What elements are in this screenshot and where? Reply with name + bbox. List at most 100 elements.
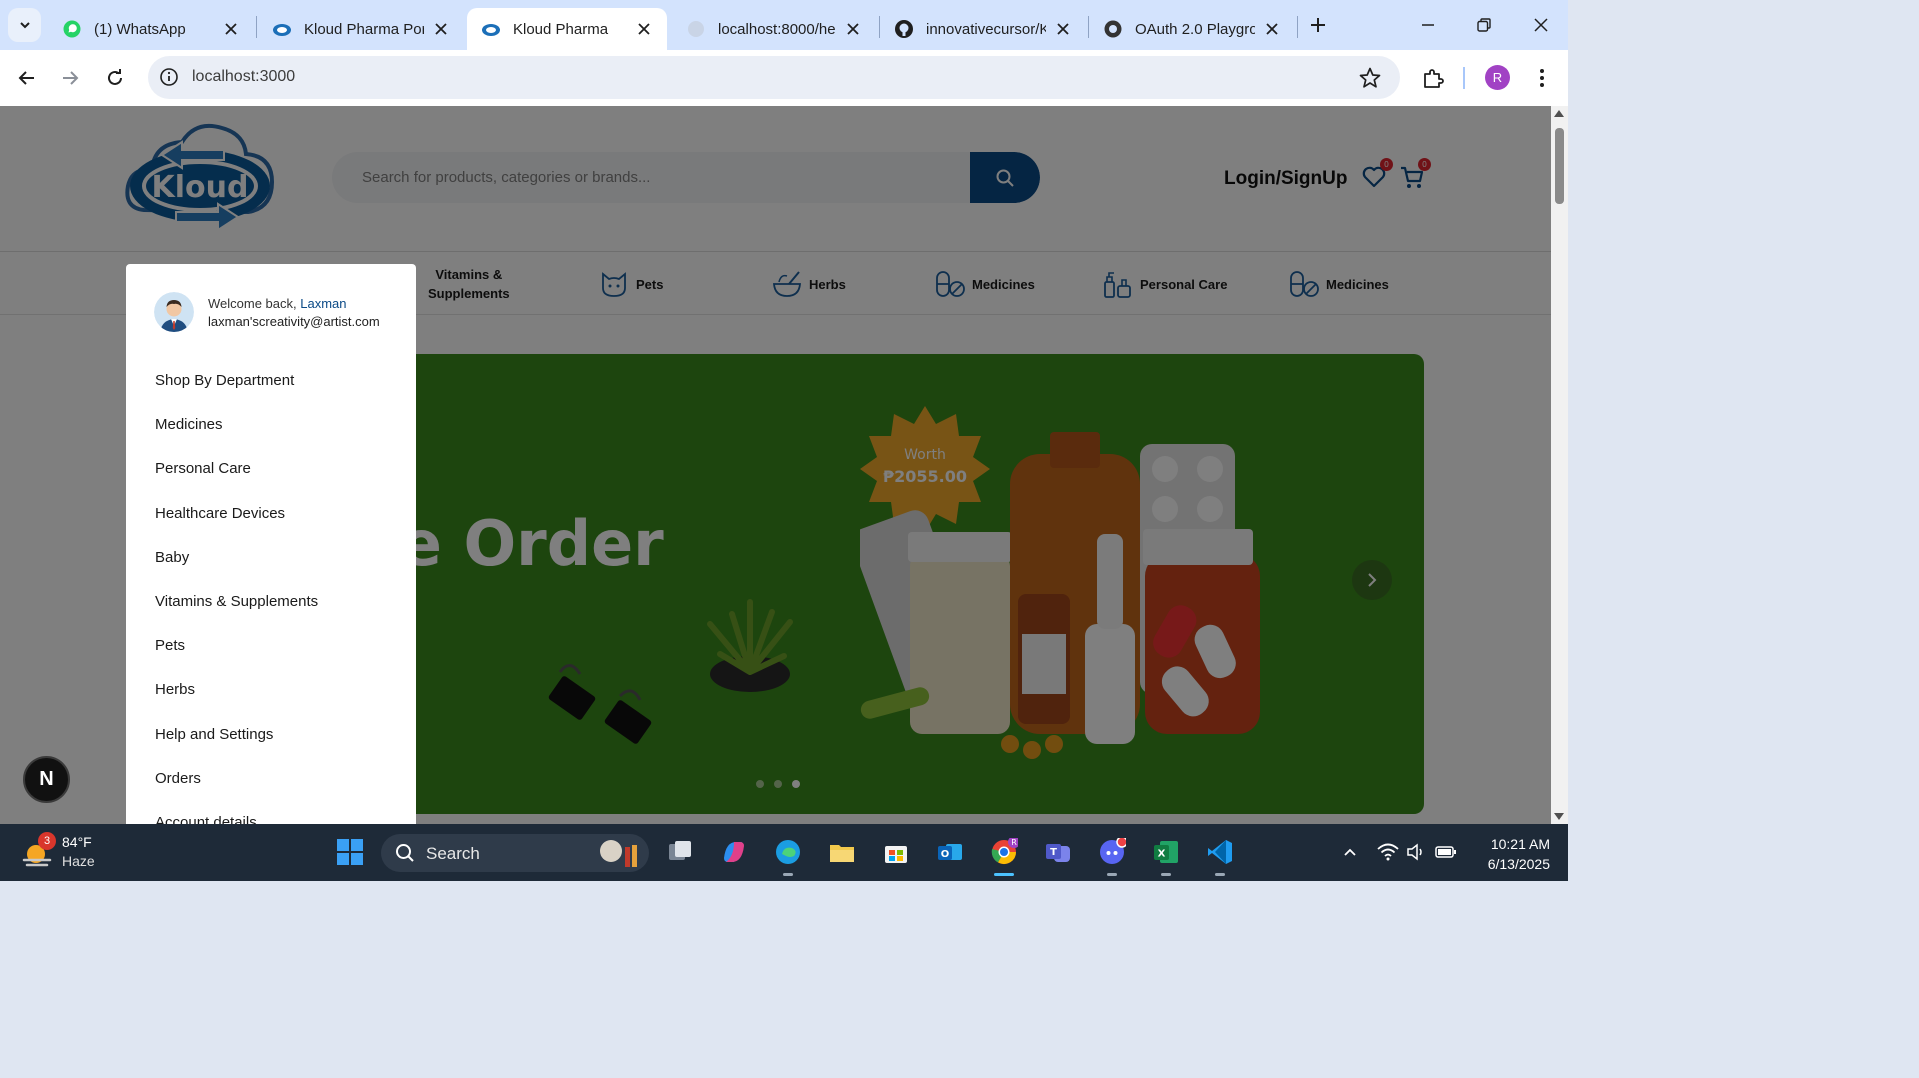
clock-time: 10:21 AM bbox=[1490, 836, 1550, 852]
welcome-text: Welcome back, bbox=[208, 296, 297, 311]
github-icon bbox=[894, 19, 914, 39]
copilot-app[interactable] bbox=[718, 836, 750, 868]
tab-kloud-pharma-portal[interactable]: Kloud Pharma Port bbox=[258, 8, 464, 50]
teams-icon: T bbox=[1046, 844, 1070, 862]
windows-logo-icon bbox=[337, 839, 363, 865]
menu-item-orders[interactable]: Orders bbox=[155, 770, 318, 814]
weather-temp: 84°F bbox=[62, 834, 92, 850]
svg-text:X: X bbox=[1158, 849, 1166, 860]
task-view-button[interactable] bbox=[664, 836, 696, 868]
running-indicator bbox=[783, 873, 793, 876]
kloud-favicon bbox=[272, 19, 292, 39]
page-scrollbar[interactable] bbox=[1551, 106, 1568, 824]
close-tab-icon[interactable] bbox=[222, 20, 240, 38]
bookmark-star-icon[interactable] bbox=[1358, 66, 1382, 90]
plus-icon bbox=[1311, 18, 1325, 32]
close-tab-icon[interactable] bbox=[635, 20, 653, 38]
search-icon bbox=[396, 844, 414, 862]
scroll-down-arrow-icon[interactable] bbox=[1554, 813, 1564, 820]
copilot-icon bbox=[724, 842, 744, 862]
scroll-up-arrow-icon[interactable] bbox=[1554, 110, 1564, 117]
weather-alert-badge: 3 bbox=[38, 832, 56, 850]
close-tab-icon[interactable] bbox=[1263, 20, 1281, 38]
browser-tab-strip: (1) WhatsApp Kloud Pharma Port Kloud Pha… bbox=[0, 0, 1568, 50]
search-highlight-icon bbox=[600, 840, 637, 867]
menu-item-baby[interactable]: Baby bbox=[155, 549, 318, 593]
svg-text:O: O bbox=[941, 849, 950, 860]
tab-title: OAuth 2.0 Playgro bbox=[1135, 20, 1255, 38]
profile-avatar-button[interactable]: R bbox=[1485, 65, 1510, 90]
start-button[interactable] bbox=[334, 836, 366, 868]
teams-app[interactable]: T bbox=[1042, 836, 1074, 868]
menu-item-medicines[interactable]: Medicines bbox=[155, 416, 318, 460]
running-indicator bbox=[1215, 873, 1225, 876]
battery-button[interactable] bbox=[1430, 836, 1462, 868]
menu-item-personal-care[interactable]: Personal Care bbox=[155, 460, 318, 504]
chrome-app[interactable]: R bbox=[988, 836, 1020, 876]
side-menu-list: Shop By Department Medicines Personal Ca… bbox=[155, 372, 318, 824]
back-button[interactable] bbox=[11, 62, 43, 94]
minimize-button[interactable] bbox=[1413, 10, 1443, 40]
menu-item-vitamins-supplements[interactable]: Vitamins & Supplements bbox=[155, 593, 318, 637]
svg-text:R: R bbox=[1011, 838, 1017, 847]
tab-search-button[interactable] bbox=[8, 8, 41, 42]
menu-item-help-settings[interactable]: Help and Settings bbox=[155, 726, 318, 770]
arrow-left-icon bbox=[18, 71, 34, 85]
tab-whatsapp[interactable]: (1) WhatsApp bbox=[48, 8, 254, 50]
tab-title: (1) WhatsApp bbox=[94, 20, 186, 38]
outlook-app[interactable]: O bbox=[934, 836, 966, 868]
tab-title: Kloud Pharma bbox=[513, 20, 609, 38]
tab-oauth-playground[interactable]: OAuth 2.0 Playgro bbox=[1089, 8, 1295, 50]
vscode-app[interactable] bbox=[1204, 836, 1236, 876]
forward-button[interactable] bbox=[54, 62, 86, 94]
microsoft-store-app[interactable] bbox=[880, 836, 912, 868]
close-tab-icon[interactable] bbox=[844, 20, 862, 38]
menu-item-herbs[interactable]: Herbs bbox=[155, 681, 318, 725]
active-indicator bbox=[994, 873, 1014, 876]
discord-icon bbox=[1100, 838, 1126, 864]
menu-item-account-details[interactable]: Account details bbox=[155, 814, 318, 824]
close-icon bbox=[1534, 18, 1548, 32]
taskbar-search[interactable]: Search bbox=[381, 834, 649, 872]
battery-icon bbox=[1435, 846, 1456, 858]
reload-button[interactable] bbox=[99, 62, 131, 94]
page-viewport: Kloud Login/SignUp 0 0 Vitamins & Supple… bbox=[0, 106, 1551, 824]
taskbar-search-label: Search bbox=[426, 844, 480, 863]
outlook-icon: O bbox=[938, 844, 962, 860]
extensions-button[interactable] bbox=[1417, 62, 1449, 94]
running-indicator bbox=[1107, 873, 1117, 876]
tab-separator bbox=[256, 16, 257, 38]
menu-item-healthcare-devices[interactable]: Healthcare Devices bbox=[155, 505, 318, 549]
close-tab-icon[interactable] bbox=[432, 20, 450, 38]
restore-button[interactable] bbox=[1469, 10, 1499, 40]
menu-item-shop-by-department[interactable]: Shop By Department bbox=[155, 372, 318, 416]
file-explorer-app[interactable] bbox=[826, 836, 858, 868]
vscode-icon bbox=[1208, 840, 1232, 864]
volume-button[interactable] bbox=[1400, 836, 1432, 868]
tab-localhost-8000[interactable]: localhost:8000/hea bbox=[672, 8, 876, 50]
system-clock[interactable]: 10:21 AM 6/13/2025 bbox=[1470, 834, 1550, 874]
edge-app[interactable] bbox=[772, 836, 804, 876]
nextjs-dev-indicator[interactable]: N bbox=[23, 756, 70, 803]
scrollbar-thumb[interactable] bbox=[1555, 128, 1564, 204]
chevron-down-icon bbox=[19, 22, 30, 29]
minimize-icon bbox=[1422, 24, 1434, 26]
tab-kloud-pharma[interactable]: Kloud Pharma bbox=[467, 8, 667, 50]
restore-icon bbox=[1477, 18, 1491, 32]
tab-separator bbox=[1297, 16, 1298, 38]
address-bar[interactable]: localhost:3000 bbox=[148, 56, 1400, 99]
edge-icon bbox=[776, 840, 800, 864]
site-info-icon[interactable] bbox=[158, 66, 180, 88]
tab-github[interactable]: innovativecursor/K bbox=[880, 8, 1086, 50]
close-tab-icon[interactable] bbox=[1054, 20, 1072, 38]
toolbar-divider bbox=[1463, 67, 1465, 89]
new-tab-button[interactable] bbox=[1303, 10, 1333, 40]
browser-menu-button[interactable] bbox=[1526, 62, 1558, 94]
show-hidden-icons-button[interactable] bbox=[1334, 836, 1366, 868]
excel-app[interactable]: X bbox=[1150, 836, 1182, 876]
menu-item-pets[interactable]: Pets bbox=[155, 637, 318, 681]
reload-icon bbox=[108, 69, 122, 85]
weather-widget[interactable]: 3 84°F Haze bbox=[22, 832, 122, 874]
discord-app[interactable] bbox=[1096, 836, 1128, 876]
close-window-button[interactable] bbox=[1526, 10, 1556, 40]
